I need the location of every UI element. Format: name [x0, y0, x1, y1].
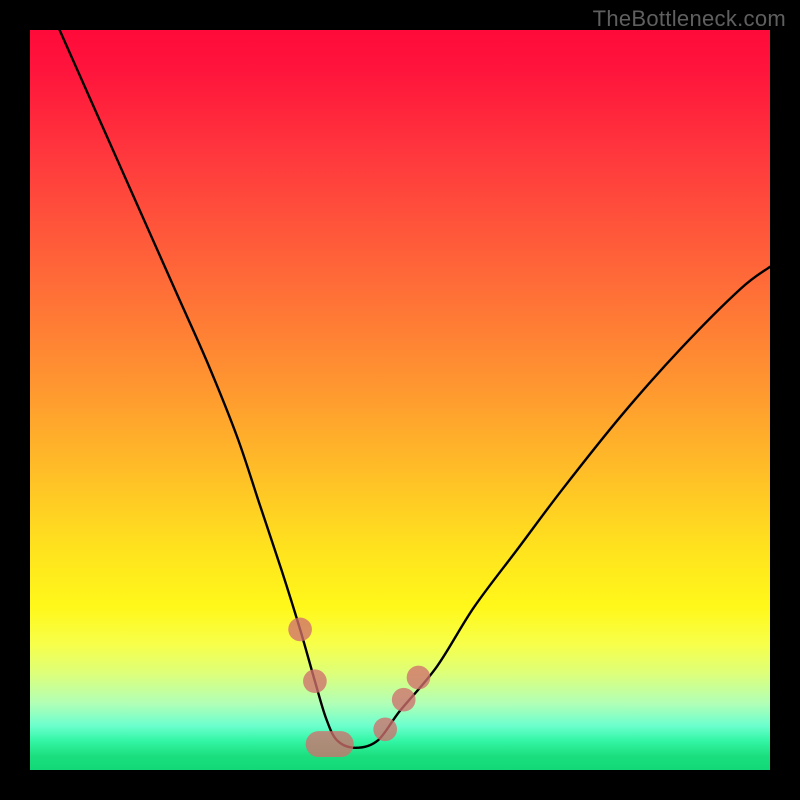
curve-marker-dot	[373, 717, 397, 741]
watermark-text: TheBottleneck.com	[593, 6, 786, 32]
curve-marker-dot	[303, 669, 327, 693]
chart-plot-area	[30, 30, 770, 770]
curve-marker-dot	[392, 688, 416, 712]
curve-marker-dot	[407, 666, 431, 690]
curve-marker-bar	[306, 731, 354, 757]
chart-svg	[30, 30, 770, 770]
curve-markers	[288, 618, 430, 757]
curve-marker-dot	[288, 618, 312, 642]
bottleneck-curve	[60, 30, 770, 748]
